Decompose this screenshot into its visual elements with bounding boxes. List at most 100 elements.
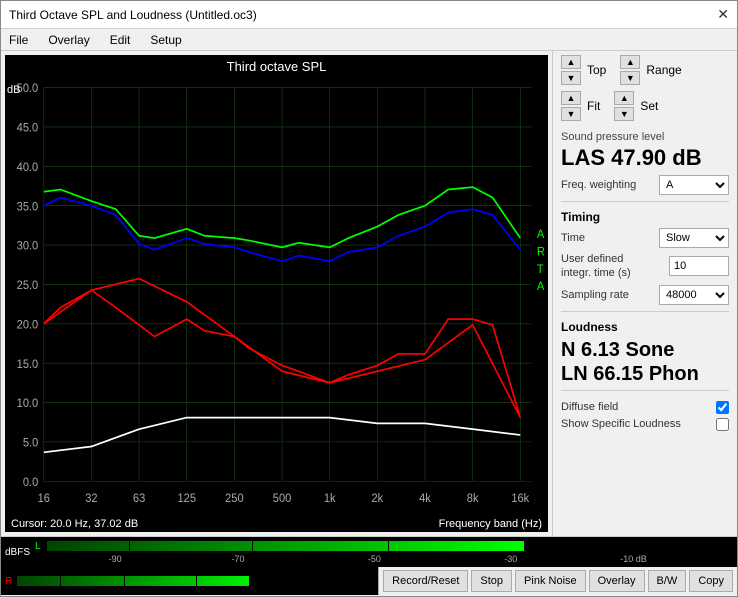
top-up-button[interactable]: ▲ (561, 55, 581, 69)
menu-edit[interactable]: Edit (106, 32, 135, 48)
nav-controls: ▲ ▼ Top ▲ ▼ Range (561, 55, 729, 85)
time-select[interactable]: Slow Fast (659, 228, 729, 248)
svg-text:45.0: 45.0 (17, 122, 39, 134)
range-label: Range (646, 63, 681, 77)
set-up-button[interactable]: ▲ (614, 91, 634, 105)
sampling-rate-select[interactable]: 48000 44100 (659, 285, 729, 305)
menu-overlay[interactable]: Overlay (44, 32, 93, 48)
freq-weighting-row: Freq. weighting A C Z (561, 175, 729, 195)
svg-text:0.0: 0.0 (23, 477, 38, 489)
set-down-button[interactable]: ▼ (614, 107, 634, 121)
meter-l-track (47, 541, 729, 551)
show-specific-label: Show Specific Loudness (561, 418, 681, 430)
window-title: Third Octave SPL and Loudness (Untitled.… (9, 8, 257, 22)
range-down-button[interactable]: ▼ (620, 71, 640, 85)
title-bar: Third Octave SPL and Loudness (Untitled.… (1, 1, 737, 29)
chart-container: dB (5, 76, 548, 516)
tick-labels: -90 -70 -50 -30 -10 dB (47, 554, 729, 564)
chart-svg: 50.0 45.0 40.0 35.0 30.0 25.0 20.0 15.0 … (5, 76, 548, 516)
meter-ticks-row: -90 -70 -50 -30 -10 dB (35, 554, 729, 564)
bw-button[interactable]: B/W (648, 570, 687, 592)
top-nav-group: ▲ ▼ (561, 55, 581, 85)
svg-text:10.0: 10.0 (17, 398, 39, 410)
tick-label-90: -90 (109, 554, 122, 564)
svg-text:A: A (537, 229, 545, 241)
r-tick-1 (60, 574, 61, 588)
svg-text:8k: 8k (467, 493, 479, 505)
svg-text:25.0: 25.0 (17, 280, 39, 292)
spl-section: Sound pressure level LAS 47.90 dB Freq. … (561, 131, 729, 202)
diffuse-field-label: Diffuse field (561, 401, 618, 413)
set-label: Set (640, 99, 658, 113)
n-value: N 6.13 Sone (561, 338, 729, 362)
l-label: L (35, 541, 45, 552)
freq-weighting-label: Freq. weighting (561, 179, 636, 191)
user-defined-label: User definedintegr. time (s) (561, 252, 631, 281)
svg-text:R: R (537, 246, 545, 258)
r-tick-2 (124, 574, 125, 588)
action-buttons: Record/Reset Stop Pink Noise Overlay B/W… (378, 567, 737, 595)
fit-down-button[interactable]: ▼ (561, 107, 581, 121)
diffuse-field-row: Diffuse field (561, 401, 729, 414)
pink-noise-button[interactable]: Pink Noise (515, 570, 586, 592)
set-nav-group: ▲ ▼ (614, 91, 634, 121)
main-content: Third octave SPL dB (1, 51, 737, 536)
spl-value: LAS 47.90 dB (561, 145, 729, 171)
user-defined-row: User definedintegr. time (s) (561, 252, 729, 281)
svg-text:35.0: 35.0 (17, 201, 39, 213)
show-specific-checkbox[interactable] (716, 418, 729, 431)
fit-up-button[interactable]: ▲ (561, 91, 581, 105)
svg-text:20.0: 20.0 (17, 319, 39, 331)
overlay-button[interactable]: Overlay (589, 570, 645, 592)
time-row: Time Slow Fast (561, 228, 729, 248)
top-down-button[interactable]: ▼ (561, 71, 581, 85)
copy-button[interactable]: Copy (689, 570, 733, 592)
r-tick-5 (331, 574, 332, 588)
svg-text:250: 250 (225, 493, 243, 505)
bottom-bar: dBFS L (1, 536, 737, 596)
svg-text:T: T (537, 264, 544, 276)
svg-text:4k: 4k (419, 493, 431, 505)
diffuse-field-checkbox[interactable] (716, 401, 729, 414)
menu-bar: File Overlay Edit Setup (1, 29, 737, 51)
meter-r-track (17, 576, 374, 586)
close-button[interactable]: ✕ (717, 6, 729, 23)
meter-l-row: L (35, 540, 729, 552)
checkboxes-section: Diffuse field Show Specific Loudness (561, 401, 729, 433)
tick-label-50: -50 (368, 554, 381, 564)
range-up-button[interactable]: ▲ (620, 55, 640, 69)
freq-weighting-select[interactable]: A C Z (659, 175, 729, 195)
right-panel: ▲ ▼ Top ▲ ▼ Range ▲ ▼ Fit ▲ ▼ (552, 51, 737, 536)
time-label: Time (561, 232, 585, 244)
ln-value: LN 66.15 Phon (561, 362, 729, 386)
svg-text:A: A (537, 281, 545, 293)
r-tick-4 (267, 574, 268, 588)
bottom-r-row: R Record/Reset Stop Pink Noise Overlay (1, 567, 737, 595)
menu-setup[interactable]: Setup (146, 32, 185, 48)
tick-70 (252, 539, 253, 553)
chart-footer: Cursor: 20.0 Hz, 37.02 dB Frequency band… (5, 516, 548, 532)
sampling-rate-row: Sampling rate 48000 44100 (561, 285, 729, 305)
menu-file[interactable]: File (5, 32, 32, 48)
timing-title: Timing (561, 210, 729, 224)
tick-30 (524, 539, 525, 553)
record-reset-button[interactable]: Record/Reset (383, 570, 468, 592)
range-nav-group: ▲ ▼ (620, 55, 640, 85)
timing-section: Timing Time Slow Fast User definedintegr… (561, 210, 729, 312)
tick-label-10: -10 dB (620, 554, 647, 564)
fit-label: Fit (587, 99, 600, 113)
fit-nav-group: ▲ ▼ (561, 91, 581, 121)
r-meter-section: R (1, 567, 378, 595)
main-window: Third Octave SPL and Loudness (Untitled.… (0, 0, 738, 597)
svg-text:500: 500 (273, 493, 291, 505)
svg-text:2k: 2k (371, 493, 383, 505)
loudness-title: Loudness (561, 320, 729, 334)
top-label: Top (587, 63, 606, 77)
svg-text:125: 125 (177, 493, 195, 505)
meter-rows: L -90 (35, 540, 733, 564)
r-label: R (5, 576, 15, 587)
stop-button[interactable]: Stop (471, 570, 512, 592)
user-defined-input[interactable] (669, 256, 729, 276)
svg-text:16: 16 (38, 493, 50, 505)
tick-label-30: -30 (504, 554, 517, 564)
